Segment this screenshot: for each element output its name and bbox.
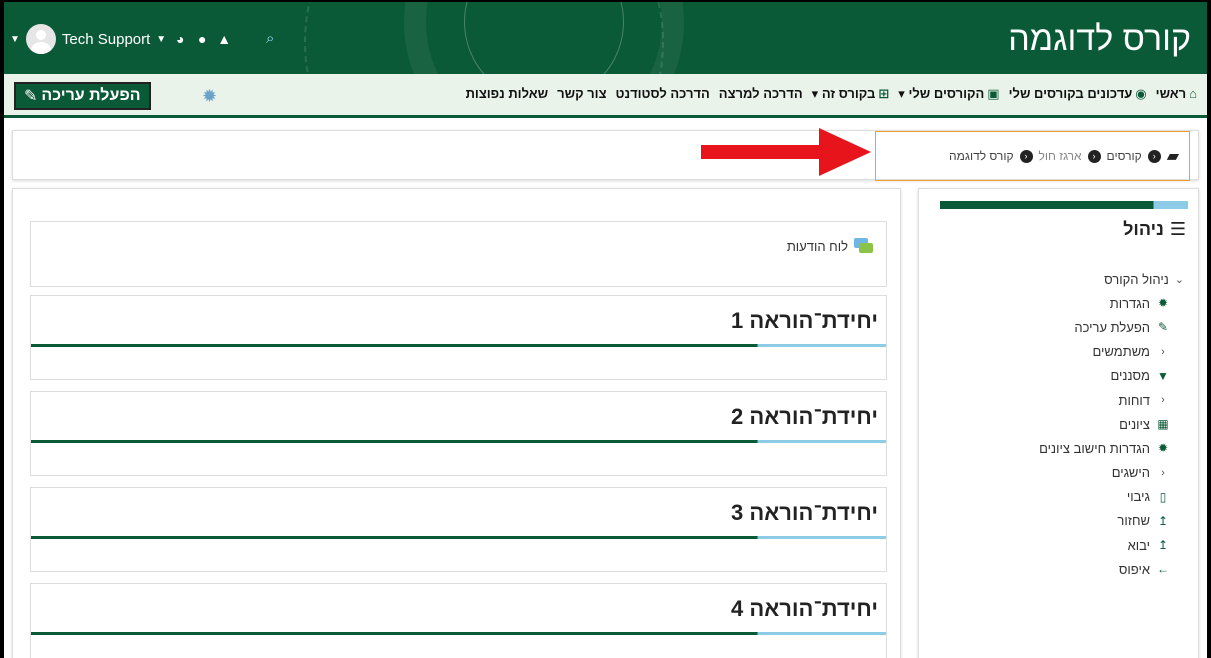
- admin-item-filters[interactable]: ▼ מסננים: [1039, 364, 1184, 388]
- section-divider: [31, 440, 886, 443]
- section-divider: [31, 632, 886, 635]
- section-title[interactable]: יחידת־הוראה 1: [731, 308, 878, 334]
- upload-icon: ↥: [1157, 513, 1169, 528]
- nav-item-this-course[interactable]: ⊞בקורס זה ▾: [812, 86, 890, 102]
- gear-icon: ✹: [1157, 296, 1169, 311]
- course-content: לוח הודעות יחידת־הוראה 1 יחידת־הוראה 2 י…: [12, 188, 901, 658]
- file-icon: ▯: [1159, 489, 1167, 504]
- news-forum-card: לוח הודעות: [30, 221, 887, 287]
- course-section-3: יחידת־הוראה 3: [30, 487, 887, 572]
- globe-icon[interactable]: ◕: [172, 31, 188, 47]
- site-header: ▼ Tech Support ▼ ◕ ● ▲ ⌕ קורס לדוגמה: [4, 2, 1207, 74]
- chevron-left-icon: ‹: [1161, 466, 1165, 479]
- caret-down-icon: ▾: [811, 86, 819, 101]
- user-name[interactable]: Tech Support: [62, 31, 150, 48]
- briefcase-icon: ▣: [987, 86, 1000, 101]
- section-divider: [31, 344, 886, 347]
- course-admin-node[interactable]: ⌄ ניהול הקורס: [1039, 267, 1184, 291]
- upload-icon: ↥: [1157, 538, 1169, 553]
- admin-item-settings[interactable]: ✹ הגדרות: [1039, 291, 1184, 315]
- course-section-4: יחידת־הוראה 4: [30, 583, 887, 658]
- red-arrow-annotation: [701, 128, 871, 176]
- admin-item-reports[interactable]: ‹ דוחות: [1039, 388, 1184, 412]
- edit-mode-label: הפעלת עריכה: [41, 87, 141, 104]
- nav-item-dashboard[interactable]: ◉עדכונים בקורסים שלי: [1009, 86, 1147, 102]
- admin-block: ☰ ניהול ⌄ ניהול הקורס ✹ הגדרות ✎ הפעלת עריכ…: [918, 188, 1199, 658]
- home-icon: ⌂: [1189, 86, 1197, 101]
- folder-open-icon: ▰: [1166, 148, 1179, 165]
- nav-menu: ⌂ראשי ◉עדכונים בקורסים שלי ▣הקורסים שלי …: [466, 86, 1197, 102]
- nav-item-lecturer-guide[interactable]: הדרכה למרצה: [719, 86, 803, 102]
- gear-icon[interactable]: ✹: [202, 86, 217, 107]
- pencil-icon: ✎: [1157, 320, 1169, 335]
- admin-tree: ⌄ ניהול הקורס ✹ הגדרות ✎ הפעלת עריכה ‹ משתמש…: [1039, 267, 1184, 581]
- table-icon: ▦: [1157, 417, 1169, 432]
- admin-item-grades[interactable]: ▦ ציונים: [1039, 412, 1184, 436]
- breadcrumb-item-sandbox[interactable]: ארגז חול: [1039, 149, 1082, 163]
- course-section-2: יחידת־הוראה 2: [30, 391, 887, 476]
- admin-item-restore[interactable]: ↥ שחזור: [1039, 509, 1184, 533]
- admin-item-users[interactable]: ‹ משתמשים: [1039, 340, 1184, 364]
- main-navbar: הפעלת עריכה ✎ ✹ ⌂ראשי ◉עדכונים בקורסים ש…: [4, 74, 1207, 118]
- avatar[interactable]: [25, 24, 56, 54]
- admin-item-badges[interactable]: ‹ הישגים: [1039, 461, 1184, 485]
- breadcrumb-item-current: קורס לדוגמה: [949, 149, 1014, 163]
- header-decoration: [464, 2, 624, 74]
- admin-block-title: ☰ ניהול: [1123, 219, 1186, 240]
- admin-item-backup[interactable]: ▯ גיבוי: [1039, 485, 1184, 509]
- chevron-left-icon: ‹: [1147, 149, 1161, 163]
- course-section-1: יחידת־הוראה 1: [30, 295, 887, 380]
- admin-item-grade-setup[interactable]: ✹ הגדרות חישוב ציונים: [1039, 436, 1184, 460]
- section-title[interactable]: יחידת־הוראה 3: [731, 500, 878, 526]
- sitemap-icon: ⊞: [878, 86, 890, 101]
- forum-icon: [854, 238, 874, 254]
- search-icon[interactable]: ⌕: [262, 31, 278, 47]
- caret-down-icon: ▾: [898, 86, 905, 101]
- nav-item-faq[interactable]: שאלות נפוצות: [466, 86, 549, 102]
- section-divider: [31, 536, 886, 539]
- admin-item-edit-mode[interactable]: ✎ הפעלת עריכה: [1039, 315, 1184, 339]
- admin-item-reset[interactable]: ← איפוס: [1039, 557, 1184, 581]
- caret-down-icon[interactable]: ▼: [156, 34, 166, 45]
- nav-item-my-courses[interactable]: ▣הקורסים שלי ▾: [898, 86, 999, 102]
- user-menu[interactable]: ▼ Tech Support ▼ ◕ ● ▲ ⌕: [10, 24, 278, 54]
- block-color-bar: [940, 201, 1188, 209]
- edit-icon: ✎: [24, 88, 38, 105]
- message-icon[interactable]: ●: [194, 31, 210, 47]
- admin-item-import[interactable]: ↥ יבוא: [1039, 533, 1184, 557]
- section-title[interactable]: יחידת־הוראה 2: [731, 404, 878, 430]
- nav-item-contact[interactable]: צור קשר: [557, 86, 606, 102]
- chevron-left-icon: ‹: [1087, 149, 1101, 163]
- section-title[interactable]: יחידת־הוראה 4: [731, 596, 878, 622]
- news-forum-link[interactable]: לוח הודעות: [787, 238, 874, 254]
- nav-item-student-guide[interactable]: הדרכה לסטודנט: [616, 86, 710, 102]
- nav-item-home[interactable]: ⌂ראשי: [1156, 86, 1197, 102]
- arrow-left-icon: ←: [1157, 562, 1169, 577]
- gear-icon: ✹: [1157, 441, 1169, 456]
- chevron-down-icon: ⌄: [1174, 273, 1184, 286]
- bell-icon[interactable]: ▲: [216, 31, 232, 47]
- chevron-left-icon: ‹: [1161, 345, 1165, 358]
- breadcrumb: ▰ ‹ קורסים ‹ ארגז חול ‹ קורס לדוגמה: [875, 131, 1190, 181]
- chevron-left-icon: ‹: [1019, 149, 1033, 163]
- site-title[interactable]: קורס לדוגמה: [1008, 20, 1191, 59]
- breadcrumb-bar: ▰ ‹ קורסים ‹ ארגז חול ‹ קורס לדוגמה: [12, 130, 1199, 181]
- hamburger-icon[interactable]: ☰: [1170, 219, 1186, 240]
- chevron-left-icon: ‹: [1161, 394, 1165, 407]
- breadcrumb-item-courses[interactable]: קורסים: [1107, 149, 1142, 163]
- news-forum-label: לוח הודעות: [786, 238, 848, 254]
- edit-mode-button[interactable]: הפעלת עריכה ✎: [14, 82, 151, 110]
- caret-down-icon[interactable]: ▼: [10, 34, 20, 45]
- dashboard-icon: ◉: [1135, 86, 1147, 101]
- filter-icon: ▼: [1157, 368, 1169, 383]
